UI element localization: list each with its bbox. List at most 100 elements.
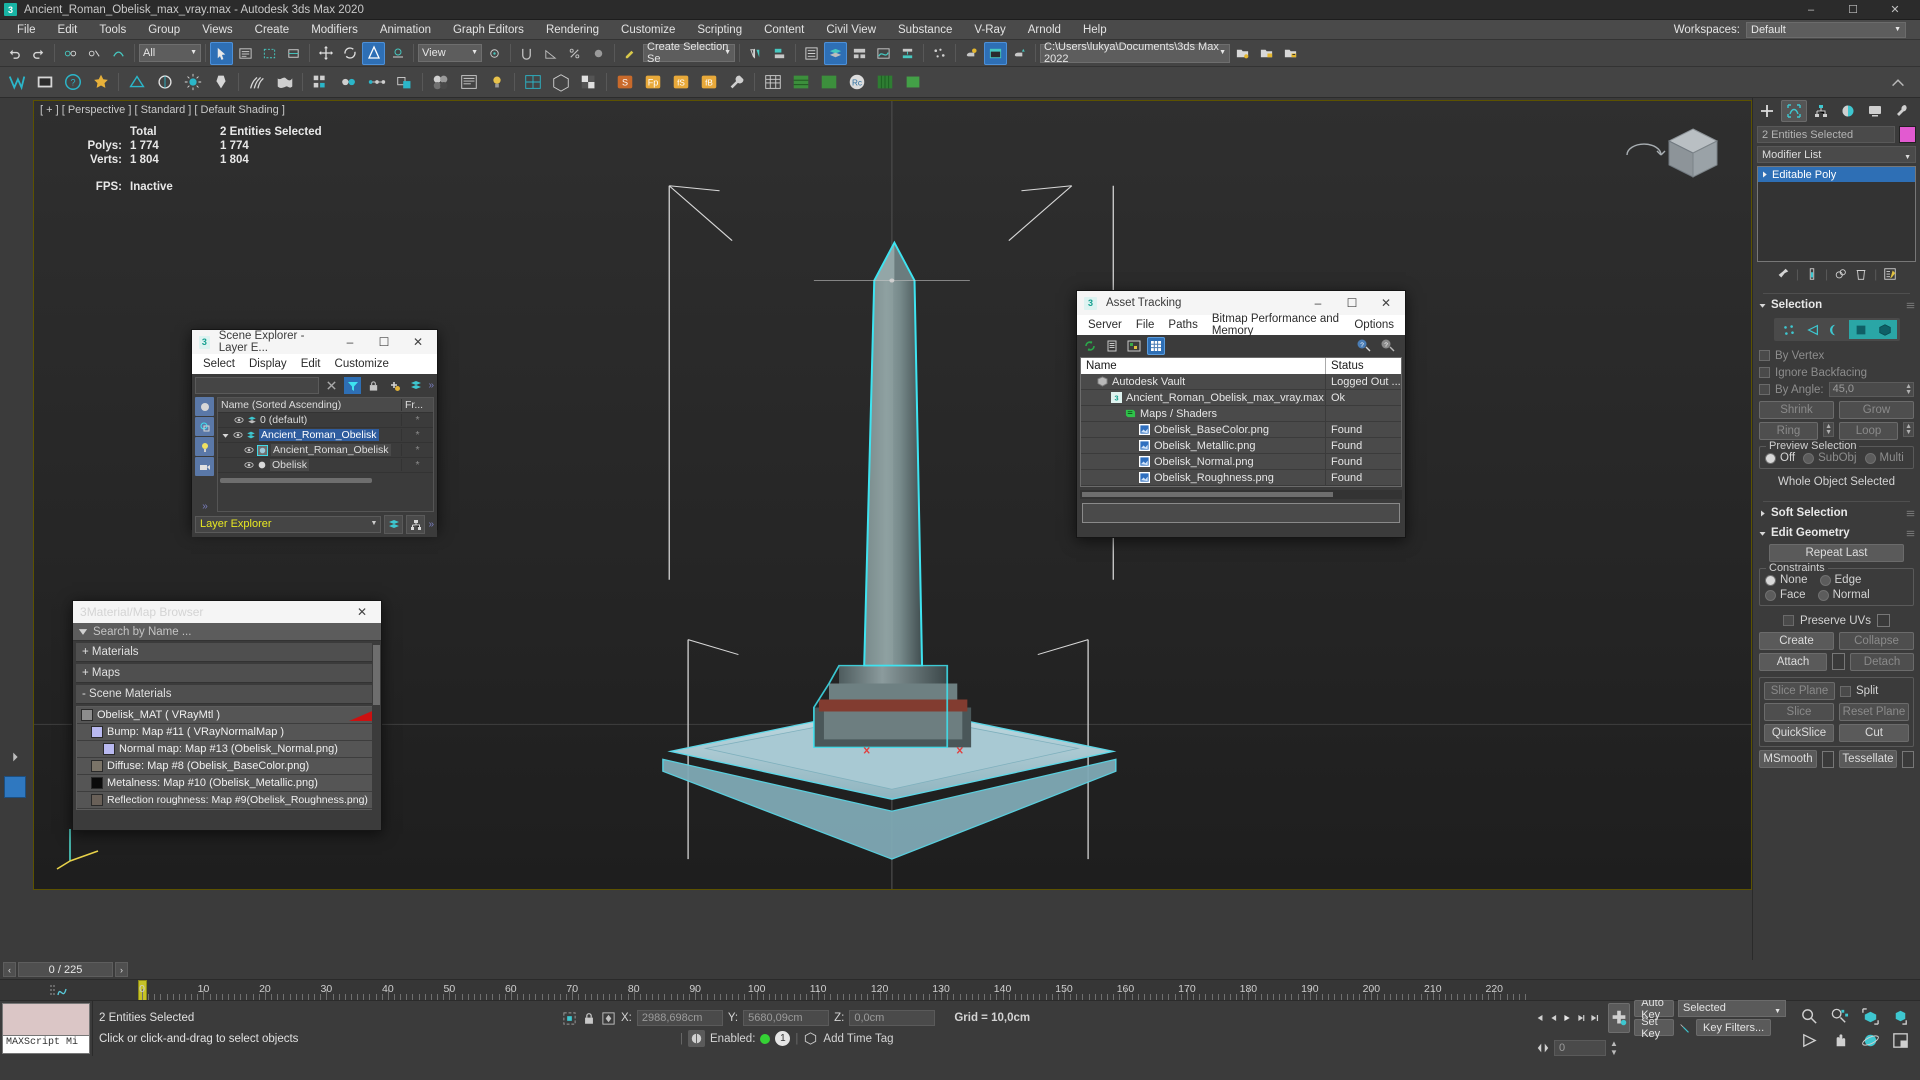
constraint-none-row[interactable]: None xyxy=(1765,574,1808,586)
panel-divider[interactable] xyxy=(1763,501,1910,502)
tessellate-button[interactable]: Tessellate xyxy=(1839,750,1897,768)
render-setup-icon[interactable] xyxy=(960,42,983,65)
ignore-backfacing-checkbox[interactable] xyxy=(1759,367,1770,378)
tessellate-settings-icon[interactable] xyxy=(1902,750,1914,768)
reference-coordinate-combo[interactable]: View ▼ xyxy=(418,44,482,62)
subobject-vertex-icon[interactable] xyxy=(1777,320,1801,339)
green-square-icon[interactable] xyxy=(899,69,926,96)
chevron-down-icon[interactable] xyxy=(221,431,230,440)
show-end-result-icon[interactable] xyxy=(1805,267,1819,281)
set-key-big-button[interactable] xyxy=(1608,1003,1631,1033)
substance-icon[interactable]: S xyxy=(611,69,638,96)
column-header-frozen[interactable]: Fr... xyxy=(401,399,433,411)
se-menu-select[interactable]: Select xyxy=(196,358,242,370)
list-item[interactable]: Obelisk * xyxy=(218,458,433,473)
snap-toggle-icon[interactable] xyxy=(515,42,538,65)
grow-button[interactable]: Grow xyxy=(1839,401,1914,419)
reset-plane-button[interactable]: Reset Plane xyxy=(1839,703,1909,721)
constraint-none-radio[interactable] xyxy=(1765,574,1776,586)
menu-customize[interactable]: Customize xyxy=(610,20,686,40)
constraint-edge-radio[interactable] xyxy=(1819,574,1831,586)
clone-and-align-icon[interactable] xyxy=(391,69,418,96)
eye-icon[interactable] xyxy=(244,445,254,455)
rc-icon[interactable]: Rc xyxy=(843,69,870,96)
pin-stack-icon[interactable] xyxy=(1776,267,1790,281)
preview-multi-radio-row[interactable]: Multi xyxy=(1864,452,1904,464)
ring-spinner[interactable]: ▲ ▼ xyxy=(1823,422,1834,437)
z-coordinate-field[interactable]: 0,0cm xyxy=(849,1010,936,1026)
table-row[interactable]: Obelisk_Metallic.png Found xyxy=(1081,438,1401,454)
vray-light-lister-icon[interactable] xyxy=(87,69,114,96)
undo-icon[interactable] xyxy=(3,42,26,65)
preview-subobj-radio[interactable] xyxy=(1803,452,1815,464)
modifier-stack-item[interactable]: Editable Poly xyxy=(1758,167,1915,182)
list-item[interactable]: Metalness: Map #10 (Obelisk_Metallic.png… xyxy=(77,775,377,792)
collapse-button[interactable]: Collapse xyxy=(1839,632,1914,650)
menu-group[interactable]: Group xyxy=(137,20,191,40)
preview-off-radio-row[interactable]: Off xyxy=(1765,452,1795,464)
object-color-swatch[interactable] xyxy=(1899,126,1916,143)
repeat-last-button[interactable]: Repeat Last xyxy=(1769,544,1904,562)
menu-rendering[interactable]: Rendering xyxy=(535,20,610,40)
expand-left-panel-icon[interactable] xyxy=(4,745,27,768)
menu-views[interactable]: Views xyxy=(191,20,243,40)
use-pivot-center-icon[interactable] xyxy=(483,42,506,65)
bitmap-id-icon[interactable]: fB xyxy=(695,69,722,96)
spinner-arrows-icon[interactable]: ▲ ▼ xyxy=(1825,423,1832,436)
preserve-uvs-row[interactable]: Preserve UVs xyxy=(1759,612,1914,629)
menu-arnold[interactable]: Arnold xyxy=(1017,20,1072,40)
create-button[interactable]: Create xyxy=(1759,632,1834,650)
tab-hierarchy[interactable] xyxy=(1808,100,1834,122)
list-item[interactable]: Bump: Map #11 ( VRayNormalMap ) xyxy=(77,724,377,741)
zoom-all-icon[interactable] xyxy=(1830,1007,1849,1026)
workspaces-combo[interactable]: Default ▼ xyxy=(1746,21,1906,38)
chevron-right-icon[interactable] xyxy=(1760,170,1769,179)
auto-key-button[interactable]: Auto Key xyxy=(1634,997,1675,1021)
layer-view-icon[interactable] xyxy=(384,515,404,534)
column-header-status[interactable]: Status xyxy=(1326,358,1401,374)
asset-table-hscrollbar[interactable] xyxy=(1080,490,1402,499)
frozen-cell[interactable]: * xyxy=(401,459,433,471)
tab-create[interactable] xyxy=(1754,100,1780,122)
menu-edit[interactable]: Edit xyxy=(47,20,89,40)
attach-settings-icon[interactable] xyxy=(1832,653,1845,670)
grid-green-icon[interactable] xyxy=(871,69,898,96)
loop-spinner[interactable]: ▲ ▼ xyxy=(1903,422,1914,437)
refresh-icon[interactable] xyxy=(1081,337,1099,355)
more-tools-icon[interactable]: » xyxy=(428,380,434,391)
asset-tracking-table[interactable]: Name Status Autodesk Vault Logged Out ..… xyxy=(1080,357,1402,487)
quickslice-button[interactable]: QuickSlice xyxy=(1764,724,1834,742)
pan-view-icon[interactable] xyxy=(1830,1031,1849,1050)
vray-frame-buffer-icon[interactable] xyxy=(31,69,58,96)
by-vertex-checkbox[interactable] xyxy=(1759,350,1770,361)
by-angle-spinner[interactable]: 45,0 ▲ ▼ xyxy=(1828,382,1914,397)
physical-material-icon[interactable]: Fp xyxy=(639,69,666,96)
scene-explorer-icon[interactable] xyxy=(800,42,823,65)
preview-multi-radio[interactable] xyxy=(1864,452,1876,464)
section-scene-materials[interactable]: - Scene Materials xyxy=(76,685,378,704)
list-item[interactable]: Obelisk_MAT ( VRayMtl ) xyxy=(77,707,377,724)
lock-icon[interactable] xyxy=(582,1011,596,1026)
eye-icon[interactable] xyxy=(233,430,243,440)
prev-frame-button[interactable]: ‹ xyxy=(3,962,16,977)
at-menu-file[interactable]: File xyxy=(1129,319,1162,331)
list-item[interactable]: Normal map: Map #13 (Obelisk_Normal.png) xyxy=(77,741,377,758)
table-row[interactable]: Obelisk_BaseColor.png Found xyxy=(1081,422,1401,438)
set-key-button[interactable]: Set Key xyxy=(1634,1016,1675,1040)
enabled-count-badge[interactable]: 1 xyxy=(775,1031,791,1046)
hair-and-fur-icon[interactable] xyxy=(243,69,270,96)
timeline-ruler[interactable]: 0 10 20 30 40 50 60 70 80 90 100 110 120 130 140 150 160… xyxy=(0,979,1920,1000)
arnold-sky-icon[interactable] xyxy=(179,69,206,96)
explorer-mode-combo[interactable]: Layer Explorer ▼ xyxy=(195,516,382,533)
cloth-icon[interactable] xyxy=(271,69,298,96)
play-icon[interactable] xyxy=(1562,1011,1572,1025)
bind-space-warp-icon[interactable] xyxy=(107,42,130,65)
constraint-face-row[interactable]: Face xyxy=(1765,589,1806,601)
attach-button[interactable]: Attach xyxy=(1759,653,1827,671)
help-blue-icon[interactable]: ? xyxy=(1355,337,1373,355)
configure-modifier-sets-icon[interactable] xyxy=(1883,267,1897,281)
current-frame-field[interactable]: 0 / 225 xyxy=(18,962,113,977)
spinner-arrows-icon[interactable]: ▲ ▼ xyxy=(1905,423,1912,436)
table-row[interactable]: 3 Ancient_Roman_Obelisk_max_vray.max Ok xyxy=(1081,390,1401,406)
unwrap-uvw-icon[interactable] xyxy=(519,69,546,96)
